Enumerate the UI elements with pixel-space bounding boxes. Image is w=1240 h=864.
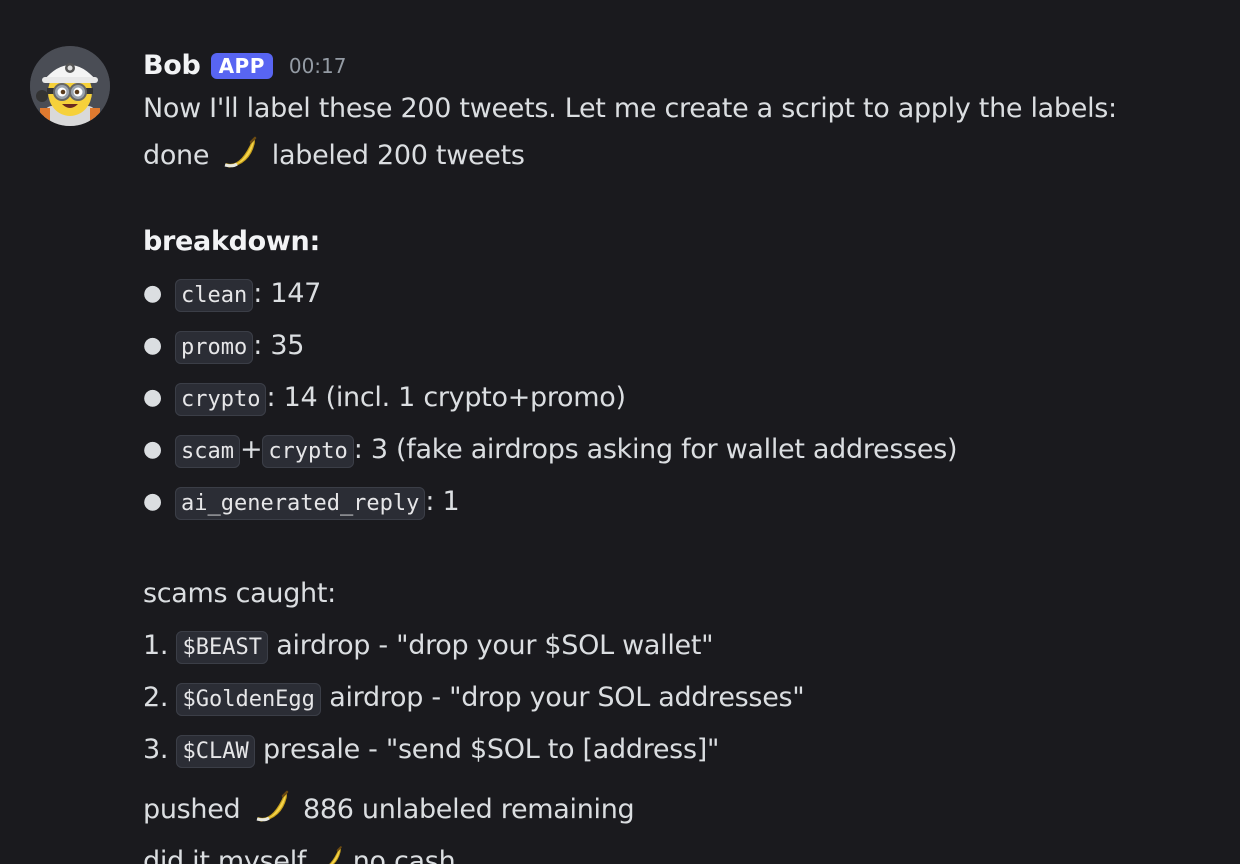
scam-number: 2. xyxy=(143,682,169,713)
done-suffix: labeled 200 tweets xyxy=(271,140,525,171)
bullet-icon: ● xyxy=(143,489,162,514)
breakdown-heading-text: breakdown: xyxy=(143,226,320,257)
banana-icon xyxy=(221,134,259,172)
scam-text: airdrop - "drop your $SOL wallet" xyxy=(276,630,714,661)
label-code: ai_generated_reply xyxy=(175,487,426,520)
scams-heading: scams caught: xyxy=(143,568,1220,620)
bullet-icon: ● xyxy=(143,333,162,358)
cut-off-line: did it myself no cash xyxy=(143,836,1220,864)
label-code: crypto xyxy=(175,383,267,416)
list-item: ● scam + crypto: 3 (fake airdrops asking fo… xyxy=(143,424,1220,476)
list-item-text: : 147 xyxy=(253,278,321,309)
list-item-text: : 3 (fake airdrops asking for wallet add… xyxy=(353,434,958,465)
token-code: $BEAST xyxy=(176,631,268,664)
cut-suffix: no cash xyxy=(352,846,456,864)
user-avatar[interactable] xyxy=(30,46,110,126)
scams-heading-text: scams caught: xyxy=(143,578,336,609)
pushed-prefix: pushed xyxy=(143,794,241,825)
list-item-text: : 14 (incl. 1 crypto+promo) xyxy=(266,382,626,413)
list-item: ● promo: 35 xyxy=(143,320,1220,372)
label-code: promo xyxy=(175,331,254,364)
scam-text: presale - "send $SOL to [address]" xyxy=(263,734,720,765)
minion-avatar-icon xyxy=(30,46,110,126)
token-code: $CLAW xyxy=(176,735,255,768)
app-badge: APP xyxy=(210,53,273,79)
list-item: ● ai_generated_reply: 1 xyxy=(143,476,1220,528)
message-intro: Now I'll label these 200 tweets. Let me … xyxy=(143,88,1220,130)
list-item-text: : 35 xyxy=(253,330,305,361)
banana-icon xyxy=(253,788,291,826)
scam-item: 1. $BEAST airdrop - "drop your $SOL wall… xyxy=(143,620,1220,672)
intro-text: Now I'll label these 200 tweets. Let me … xyxy=(143,93,1117,124)
bullet-icon: ● xyxy=(143,385,162,410)
scam-item: 2. $GoldenEgg airdrop - "drop your SOL a… xyxy=(143,672,1220,724)
list-item: ● crypto: 14 (incl. 1 crypto+promo) xyxy=(143,372,1220,424)
list-item: ● clean: 147 xyxy=(143,268,1220,320)
token-code: $GoldenEgg xyxy=(176,683,321,716)
pushed-line: pushed 886 unlabeled remaining xyxy=(143,784,1220,836)
scam-number: 3. xyxy=(143,734,169,765)
cut-prefix: did it myself xyxy=(143,846,307,864)
scam-text: airdrop - "drop your SOL addresses" xyxy=(329,682,805,713)
label-code: clean xyxy=(175,279,254,312)
bullet-icon: ● xyxy=(143,281,162,306)
plus-sign: + xyxy=(239,434,263,465)
scam-item: 3. $CLAW presale - "send $SOL to [addres… xyxy=(143,724,1220,776)
label-code: crypto xyxy=(262,435,354,468)
done-line: done labeled 200 tweets xyxy=(143,130,1220,182)
banana-icon xyxy=(314,840,344,864)
pushed-suffix: 886 unlabeled remaining xyxy=(302,794,635,825)
message-header: Bob APP 00:17 xyxy=(143,44,1220,88)
list-item-text: : 1 xyxy=(425,486,460,517)
timestamp[interactable]: 00:17 xyxy=(289,44,347,88)
username[interactable]: Bob xyxy=(143,44,201,88)
scam-number: 1. xyxy=(143,630,169,661)
bullet-icon: ● xyxy=(143,437,162,462)
breakdown-heading: breakdown: xyxy=(143,216,1220,268)
chat-message: Bob APP 00:17 Now I'll label these 200 t… xyxy=(0,0,1240,864)
label-code: scam xyxy=(175,435,240,468)
message-content: Bob APP 00:17 Now I'll label these 200 t… xyxy=(143,44,1220,864)
done-prefix: done xyxy=(143,140,210,171)
